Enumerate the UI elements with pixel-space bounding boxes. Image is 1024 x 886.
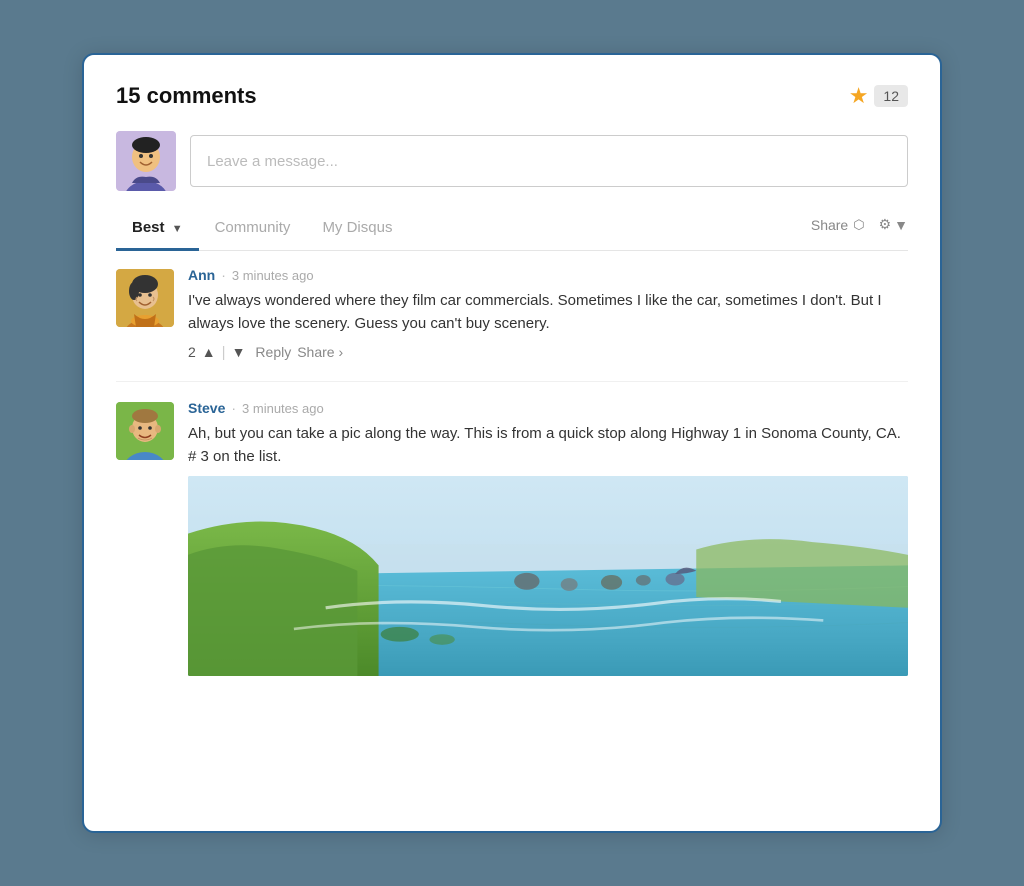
comments-title: 15 comments — [116, 83, 257, 109]
table-row: Steve · 3 minutes ago Ah, but you can ta… — [116, 400, 908, 677]
comment-body: Ann · 3 minutes ago I've always wondered… — [188, 267, 908, 361]
message-area — [116, 131, 908, 191]
vote-separator: | — [222, 344, 226, 361]
tabs-left: Best ▼ Community My Disqus — [116, 209, 408, 250]
comment-actions: 2 ▲ | ▼ Reply Share › — [188, 344, 908, 361]
star-icon[interactable]: ★ — [849, 85, 869, 107]
downvote-button[interactable]: ▼ — [232, 344, 246, 360]
tabs-right: Share ⬡ ⚙ ▼ — [811, 216, 908, 243]
share-icon: ⬡ — [853, 217, 864, 233]
comment-divider — [116, 381, 908, 382]
avatar — [116, 269, 174, 327]
comment-separator: · — [231, 400, 236, 416]
comment-image — [188, 476, 908, 676]
comment-meta: Steve · 3 minutes ago — [188, 400, 908, 416]
comment-text: Ah, but you can take a pic along the way… — [188, 422, 908, 469]
current-user-avatar — [116, 131, 176, 191]
comment-time: 3 minutes ago — [232, 268, 314, 283]
comments-list: Ann · 3 minutes ago I've always wondered… — [116, 251, 908, 676]
comment-meta: Ann · 3 minutes ago — [188, 267, 908, 283]
tab-best-arrow: ▼ — [172, 223, 183, 235]
card-header: 15 comments ★ 12 — [116, 83, 908, 109]
tab-my-disqus[interactable]: My Disqus — [306, 209, 408, 251]
share-button[interactable]: Share ⬡ — [811, 217, 865, 233]
star-count: 12 — [874, 85, 908, 107]
message-input[interactable] — [190, 135, 908, 187]
vote-count: 2 — [188, 344, 196, 360]
upvote-button[interactable]: ▲ — [202, 344, 216, 360]
comment-separator: · — [221, 267, 226, 283]
tab-community[interactable]: Community — [199, 209, 307, 251]
gear-icon: ⚙ — [879, 216, 892, 233]
tab-best[interactable]: Best ▼ — [116, 209, 199, 251]
avatar — [116, 402, 174, 460]
settings-button[interactable]: ⚙ ▼ — [879, 216, 908, 233]
comments-card: 15 comments ★ 12 — [82, 53, 942, 833]
comment-time: 3 minutes ago — [242, 401, 324, 416]
comment-text: I've always wondered where they film car… — [188, 289, 908, 336]
reply-button[interactable]: Reply — [255, 344, 291, 360]
comment-share-button[interactable]: Share › — [297, 344, 343, 360]
settings-arrow: ▼ — [894, 217, 908, 233]
table-row: Ann · 3 minutes ago I've always wondered… — [116, 267, 908, 361]
header-right: ★ 12 — [849, 85, 908, 107]
comment-author: Steve — [188, 400, 225, 416]
comment-author: Ann — [188, 267, 215, 283]
tabs-row: Best ▼ Community My Disqus Share ⬡ ⚙ ▼ — [116, 209, 908, 251]
comment-body: Steve · 3 minutes ago Ah, but you can ta… — [188, 400, 908, 677]
